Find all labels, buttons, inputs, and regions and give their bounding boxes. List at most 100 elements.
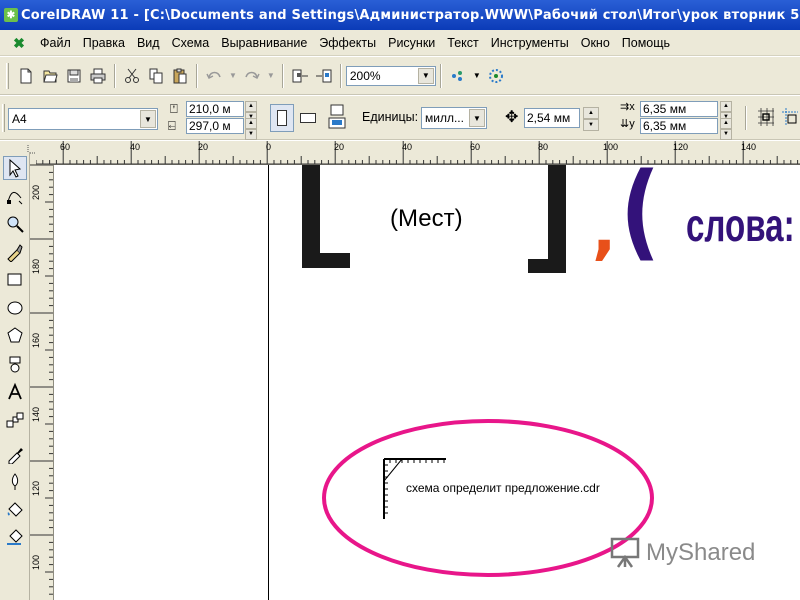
- menu-effects[interactable]: Эффекты: [313, 36, 382, 50]
- application-launcher-icon[interactable]: [447, 65, 469, 87]
- export-icon[interactable]: [313, 65, 335, 87]
- placeholder-text[interactable]: (Мест): [390, 205, 463, 233]
- window-title: CorelDRAW 11 - [C:\Documents and Setting…: [21, 7, 800, 23]
- paper-size-dropdown[interactable]: A4 ▼: [8, 108, 158, 130]
- presentation-board-icon: [610, 537, 640, 568]
- save-icon[interactable]: [63, 65, 85, 87]
- undo-dropdown-arrow-icon[interactable]: ▼: [229, 71, 237, 80]
- h-tick-label: 0: [266, 142, 272, 152]
- redo-dropdown-arrow-icon[interactable]: ▼: [267, 71, 275, 80]
- portrait-button[interactable]: [270, 104, 294, 132]
- corel-online-icon[interactable]: [485, 65, 507, 87]
- horizontal-ruler[interactable]: 60 40 20 0 20 40 60 80 100 120 140: [36, 141, 800, 165]
- right-bracket-shape: [528, 165, 566, 273]
- open-paren-mark[interactable]: (: [620, 165, 660, 271]
- fill-tool-icon: [7, 502, 23, 517]
- menu-bar: ✖ Файл Правка Вид Схема Выравнивание Эфф…: [0, 30, 800, 56]
- freehand-tool-button[interactable]: [3, 240, 27, 264]
- interactive-blend-tool-button[interactable]: [3, 408, 27, 432]
- landscape-button[interactable]: [296, 104, 320, 132]
- text-tool-button[interactable]: [3, 380, 27, 404]
- menu-view[interactable]: Вид: [131, 36, 166, 50]
- v-tick-label: 100: [31, 554, 41, 570]
- duplicate-y-field[interactable]: 6,35 мм: [640, 118, 718, 134]
- paste-icon[interactable]: [169, 65, 191, 87]
- snap-to-guidelines-icon: [782, 108, 798, 126]
- page-layout-button[interactable]: [326, 102, 348, 132]
- nudge-offset-field[interactable]: 2,54 мм: [524, 108, 580, 128]
- coreldraw-app-icon[interactable]: ✱: [4, 8, 18, 22]
- interactive-fill-tool-button[interactable]: [3, 526, 27, 550]
- toolbar-grip[interactable]: [6, 62, 9, 89]
- document-menu-icon[interactable]: ✖: [12, 36, 26, 50]
- undo-icon[interactable]: [203, 65, 225, 87]
- file-caption[interactable]: схема определит предложение.cdr: [406, 481, 600, 495]
- menu-edit[interactable]: Правка: [77, 36, 131, 50]
- page-height-spinner[interactable]: ▲ ▼: [245, 118, 257, 140]
- copy-icon[interactable]: [145, 65, 167, 87]
- menu-bitmaps[interactable]: Рисунки: [382, 36, 441, 50]
- toolbar-grip[interactable]: [2, 104, 5, 132]
- v-tick-label: 160: [31, 332, 41, 348]
- polygon-tool-button[interactable]: [3, 324, 27, 348]
- cut-icon[interactable]: [121, 65, 143, 87]
- outline-tool-button[interactable]: [3, 470, 27, 494]
- launcher-dropdown-arrow-icon[interactable]: ▼: [473, 71, 481, 80]
- word-text[interactable]: слова:: [686, 195, 795, 255]
- page-width-spinner[interactable]: ▲ ▼: [245, 101, 257, 123]
- units-label: Единицы:: [362, 110, 419, 124]
- toolbox: [0, 152, 30, 600]
- eyedropper-tool-button[interactable]: [3, 442, 27, 466]
- v-tick-label: 140: [31, 406, 41, 422]
- menu-layout[interactable]: Схема: [166, 36, 216, 50]
- chevron-down-icon[interactable]: ▼: [469, 109, 485, 127]
- landscape-icon: [300, 113, 316, 123]
- import-icon[interactable]: [289, 65, 311, 87]
- zoom-level-dropdown[interactable]: 200% ▼: [345, 65, 436, 86]
- basic-shapes-tool-icon: [9, 356, 21, 373]
- h-tick-label: 20: [334, 142, 345, 152]
- menu-arrange[interactable]: Выравнивание: [215, 36, 313, 50]
- duplicate-y-spinner[interactable]: ▲ ▼: [720, 118, 732, 140]
- snap-to-guidelines-button[interactable]: [780, 106, 800, 128]
- menu-tools[interactable]: Инструменты: [485, 36, 575, 50]
- page-width-value: 210,0 м: [189, 102, 231, 116]
- print-icon[interactable]: [87, 65, 109, 87]
- toolbar-separator: [281, 63, 284, 88]
- drawing-canvas[interactable]: (Мест) , ( слова: схема определит предло…: [54, 165, 800, 600]
- new-icon[interactable]: [15, 65, 37, 87]
- pick-tool-button[interactable]: [3, 156, 27, 180]
- chevron-down-icon[interactable]: ▼: [417, 67, 434, 84]
- menu-window[interactable]: Окно: [575, 36, 616, 50]
- open-icon[interactable]: [39, 65, 61, 87]
- units-value: милл...: [425, 111, 464, 125]
- ellipse-tool-button[interactable]: [3, 296, 27, 320]
- redo-icon[interactable]: [241, 65, 263, 87]
- zoom-tool-button[interactable]: [3, 212, 27, 236]
- duplicate-x-field[interactable]: 6,35 мм: [640, 101, 718, 117]
- basic-shapes-tool-button[interactable]: [3, 352, 27, 376]
- h-tick-label: 60: [470, 142, 481, 152]
- comma-mark[interactable]: ,: [592, 191, 616, 271]
- fill-tool-button[interactable]: [3, 498, 27, 522]
- snap-to-grid-button[interactable]: [756, 106, 776, 128]
- menu-text[interactable]: Текст: [441, 36, 484, 50]
- h-tick-label: 120: [673, 142, 689, 152]
- duplicate-x-spinner[interactable]: ▲ ▼: [720, 101, 732, 123]
- menu-file[interactable]: Файл: [34, 36, 77, 50]
- standard-toolbar: ▼ ▼ 200% ▼ ▼: [0, 57, 800, 95]
- h-tick-label: 40: [130, 142, 141, 152]
- page-width-icon: ⍞: [170, 101, 178, 116]
- units-dropdown[interactable]: милл... ▼: [421, 107, 487, 129]
- outline-tool-icon: [11, 473, 19, 490]
- zoom-level-value: 200%: [349, 68, 381, 83]
- page-width-field[interactable]: 210,0 м: [186, 101, 244, 117]
- chevron-down-icon[interactable]: ▼: [140, 110, 156, 128]
- vertical-ruler[interactable]: 200 180 160 140 120 100: [30, 165, 54, 600]
- rectangle-tool-button[interactable]: [3, 268, 27, 292]
- title-bar: ✱ CorelDRAW 11 - [C:\Documents and Setti…: [0, 0, 800, 30]
- menu-help[interactable]: Помощь: [616, 36, 676, 50]
- page-height-field[interactable]: 297,0 м: [186, 118, 244, 134]
- shape-tool-button[interactable]: [3, 184, 27, 208]
- nudge-offset-spinner[interactable]: ▲ ▼: [583, 107, 599, 131]
